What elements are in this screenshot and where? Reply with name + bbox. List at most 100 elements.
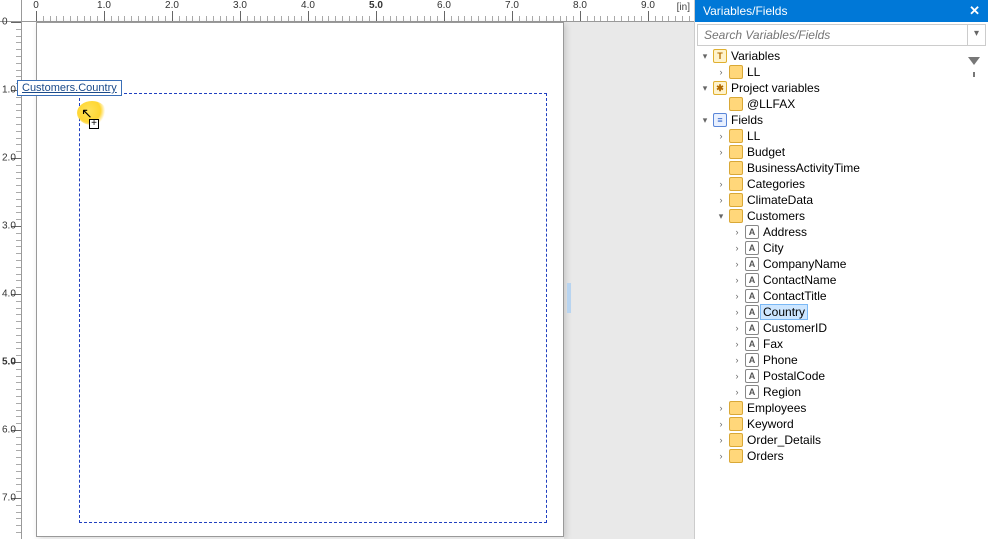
tree-node-categories[interactable]: › Categories <box>697 176 986 192</box>
tree-field-companyname[interactable]: ›ACompanyName <box>697 256 986 272</box>
tree-field-phone[interactable]: ›APhone <box>697 352 986 368</box>
panel-header[interactable]: Variables/Fields ✕ <box>695 0 988 22</box>
tree-label: Categories <box>745 177 807 191</box>
tree-node-llfax[interactable]: @LLFAX <box>697 96 986 112</box>
tree-field-customerid[interactable]: ›ACustomerID <box>697 320 986 336</box>
tree-label: City <box>761 241 786 255</box>
text-field-icon: A <box>745 225 759 239</box>
tree-node-order-details[interactable]: › Order_Details <box>697 432 986 448</box>
report-page[interactable]: Customers.Country ↖ + <box>36 22 564 537</box>
tree-label: Keyword <box>745 417 796 431</box>
expander-icon[interactable]: › <box>715 451 727 461</box>
tree-field-fax[interactable]: ›AFax <box>697 336 986 352</box>
tree-field-region[interactable]: ›ARegion <box>697 384 986 400</box>
panel-close-button[interactable]: ✕ <box>969 3 980 19</box>
tree-label: Budget <box>745 145 787 159</box>
page-resize-handle[interactable] <box>567 283 571 313</box>
expander-icon[interactable]: › <box>715 131 727 141</box>
tree-node-businessactivitytime[interactable]: BusinessActivityTime <box>697 160 986 176</box>
expander-icon[interactable]: › <box>731 307 743 317</box>
content-frame[interactable] <box>79 93 547 523</box>
tree-label: Variables <box>729 49 782 63</box>
folder-icon <box>729 449 743 463</box>
expander-icon[interactable]: › <box>731 259 743 269</box>
text-field-icon: A <box>745 257 759 271</box>
expander-icon[interactable]: › <box>715 419 727 429</box>
search-dropdown-button[interactable]: ▾ <box>967 25 985 45</box>
tree-node-keyword[interactable]: › Keyword <box>697 416 986 432</box>
folder-icon <box>729 177 743 191</box>
expander-icon[interactable]: › <box>731 227 743 237</box>
text-field-icon: A <box>745 289 759 303</box>
tree-node-ll[interactable]: › LL <box>697 128 986 144</box>
tree-label: Project variables <box>729 81 822 95</box>
tree-label: Employees <box>745 401 808 415</box>
tree-node-project-variables[interactable]: ▾✱Project variables <box>697 80 986 96</box>
expander-icon[interactable]: › <box>715 147 727 157</box>
text-field-icon: A <box>745 273 759 287</box>
tree-node-climatedata[interactable]: › ClimateData <box>697 192 986 208</box>
panel-title: Variables/Fields <box>703 4 787 18</box>
expander-icon[interactable]: › <box>731 371 743 381</box>
expander-icon[interactable]: › <box>715 195 727 205</box>
expander-icon[interactable]: › <box>731 275 743 285</box>
text-field-icon: A <box>745 385 759 399</box>
expander-icon[interactable]: › <box>731 243 743 253</box>
expander-icon[interactable]: › <box>731 339 743 349</box>
folder-icon <box>729 433 743 447</box>
tree-label: Region <box>761 385 803 399</box>
expander-icon[interactable]: ▾ <box>715 211 727 222</box>
folder-icon <box>729 401 743 415</box>
tree-field-city[interactable]: ›ACity <box>697 240 986 256</box>
text-field-icon: A <box>745 337 759 351</box>
project-vars-icon: ✱ <box>713 81 727 95</box>
expander-icon[interactable]: › <box>715 435 727 445</box>
expander-icon[interactable]: › <box>715 67 727 77</box>
expander-icon[interactable]: ▾ <box>699 115 711 126</box>
expander-icon[interactable]: ▾ <box>699 83 711 94</box>
variables-icon: T <box>713 49 727 63</box>
ruler-unit-label: [in] <box>677 2 690 13</box>
filter-icon[interactable] <box>968 57 980 65</box>
text-field-icon: A <box>745 305 759 319</box>
tree-label: ClimateData <box>745 193 815 207</box>
tree-label: Order_Details <box>745 433 823 447</box>
folder-icon <box>729 209 743 223</box>
expander-icon[interactable]: › <box>731 387 743 397</box>
folder-icon <box>729 97 743 111</box>
expander-icon[interactable]: › <box>731 291 743 301</box>
expander-icon[interactable]: ▾ <box>699 51 711 62</box>
tree-field-postalcode[interactable]: ›APostalCode <box>697 368 986 384</box>
tree-node-budget[interactable]: › Budget <box>697 144 986 160</box>
tree-label: CustomerID <box>761 321 829 335</box>
expander-icon[interactable]: › <box>731 355 743 365</box>
folder-icon <box>729 145 743 159</box>
tree-label: Fields <box>729 113 765 127</box>
folder-icon <box>729 417 743 431</box>
tree-node-orders[interactable]: ›Orders <box>697 448 986 464</box>
tree-field-country[interactable]: ›ACountry <box>697 304 986 320</box>
search-input[interactable] <box>698 25 967 45</box>
folder-icon <box>729 161 743 175</box>
tree-label: ContactName <box>761 273 838 287</box>
tree-field-contacttitle[interactable]: ›AContactTitle <box>697 288 986 304</box>
variables-tree[interactable]: ▾TVariables›LL▾✱Project variables@LLFAX▾… <box>695 48 988 539</box>
tree-field-address[interactable]: ›AAddress <box>697 224 986 240</box>
tree-field-contactname[interactable]: ›AContactName <box>697 272 986 288</box>
tree-node-customers[interactable]: ▾Customers <box>697 208 986 224</box>
variables-fields-panel: Variables/Fields ✕ ▾ ▾TVariables›LL▾✱Pro… <box>694 0 988 539</box>
expander-icon[interactable]: › <box>715 403 727 413</box>
expander-icon[interactable]: › <box>715 179 727 189</box>
tree-label: LL <box>745 129 762 143</box>
panel-search: ▾ <box>697 24 986 46</box>
tree-node-ll[interactable]: ›LL <box>697 64 986 80</box>
tree-label: @LLFAX <box>745 97 797 111</box>
expander-icon[interactable]: › <box>731 323 743 333</box>
tree-node-employees[interactable]: › Employees <box>697 400 986 416</box>
design-canvas[interactable]: [in] 01.02.03.04.05.06.07.08.09.0 01.02.… <box>0 0 694 539</box>
text-field-icon: A <box>745 241 759 255</box>
tree-node-fields[interactable]: ▾≡Fields <box>697 112 986 128</box>
text-field-icon: A <box>745 369 759 383</box>
tree-label: Address <box>761 225 809 239</box>
tree-node-variables[interactable]: ▾TVariables <box>697 48 986 64</box>
